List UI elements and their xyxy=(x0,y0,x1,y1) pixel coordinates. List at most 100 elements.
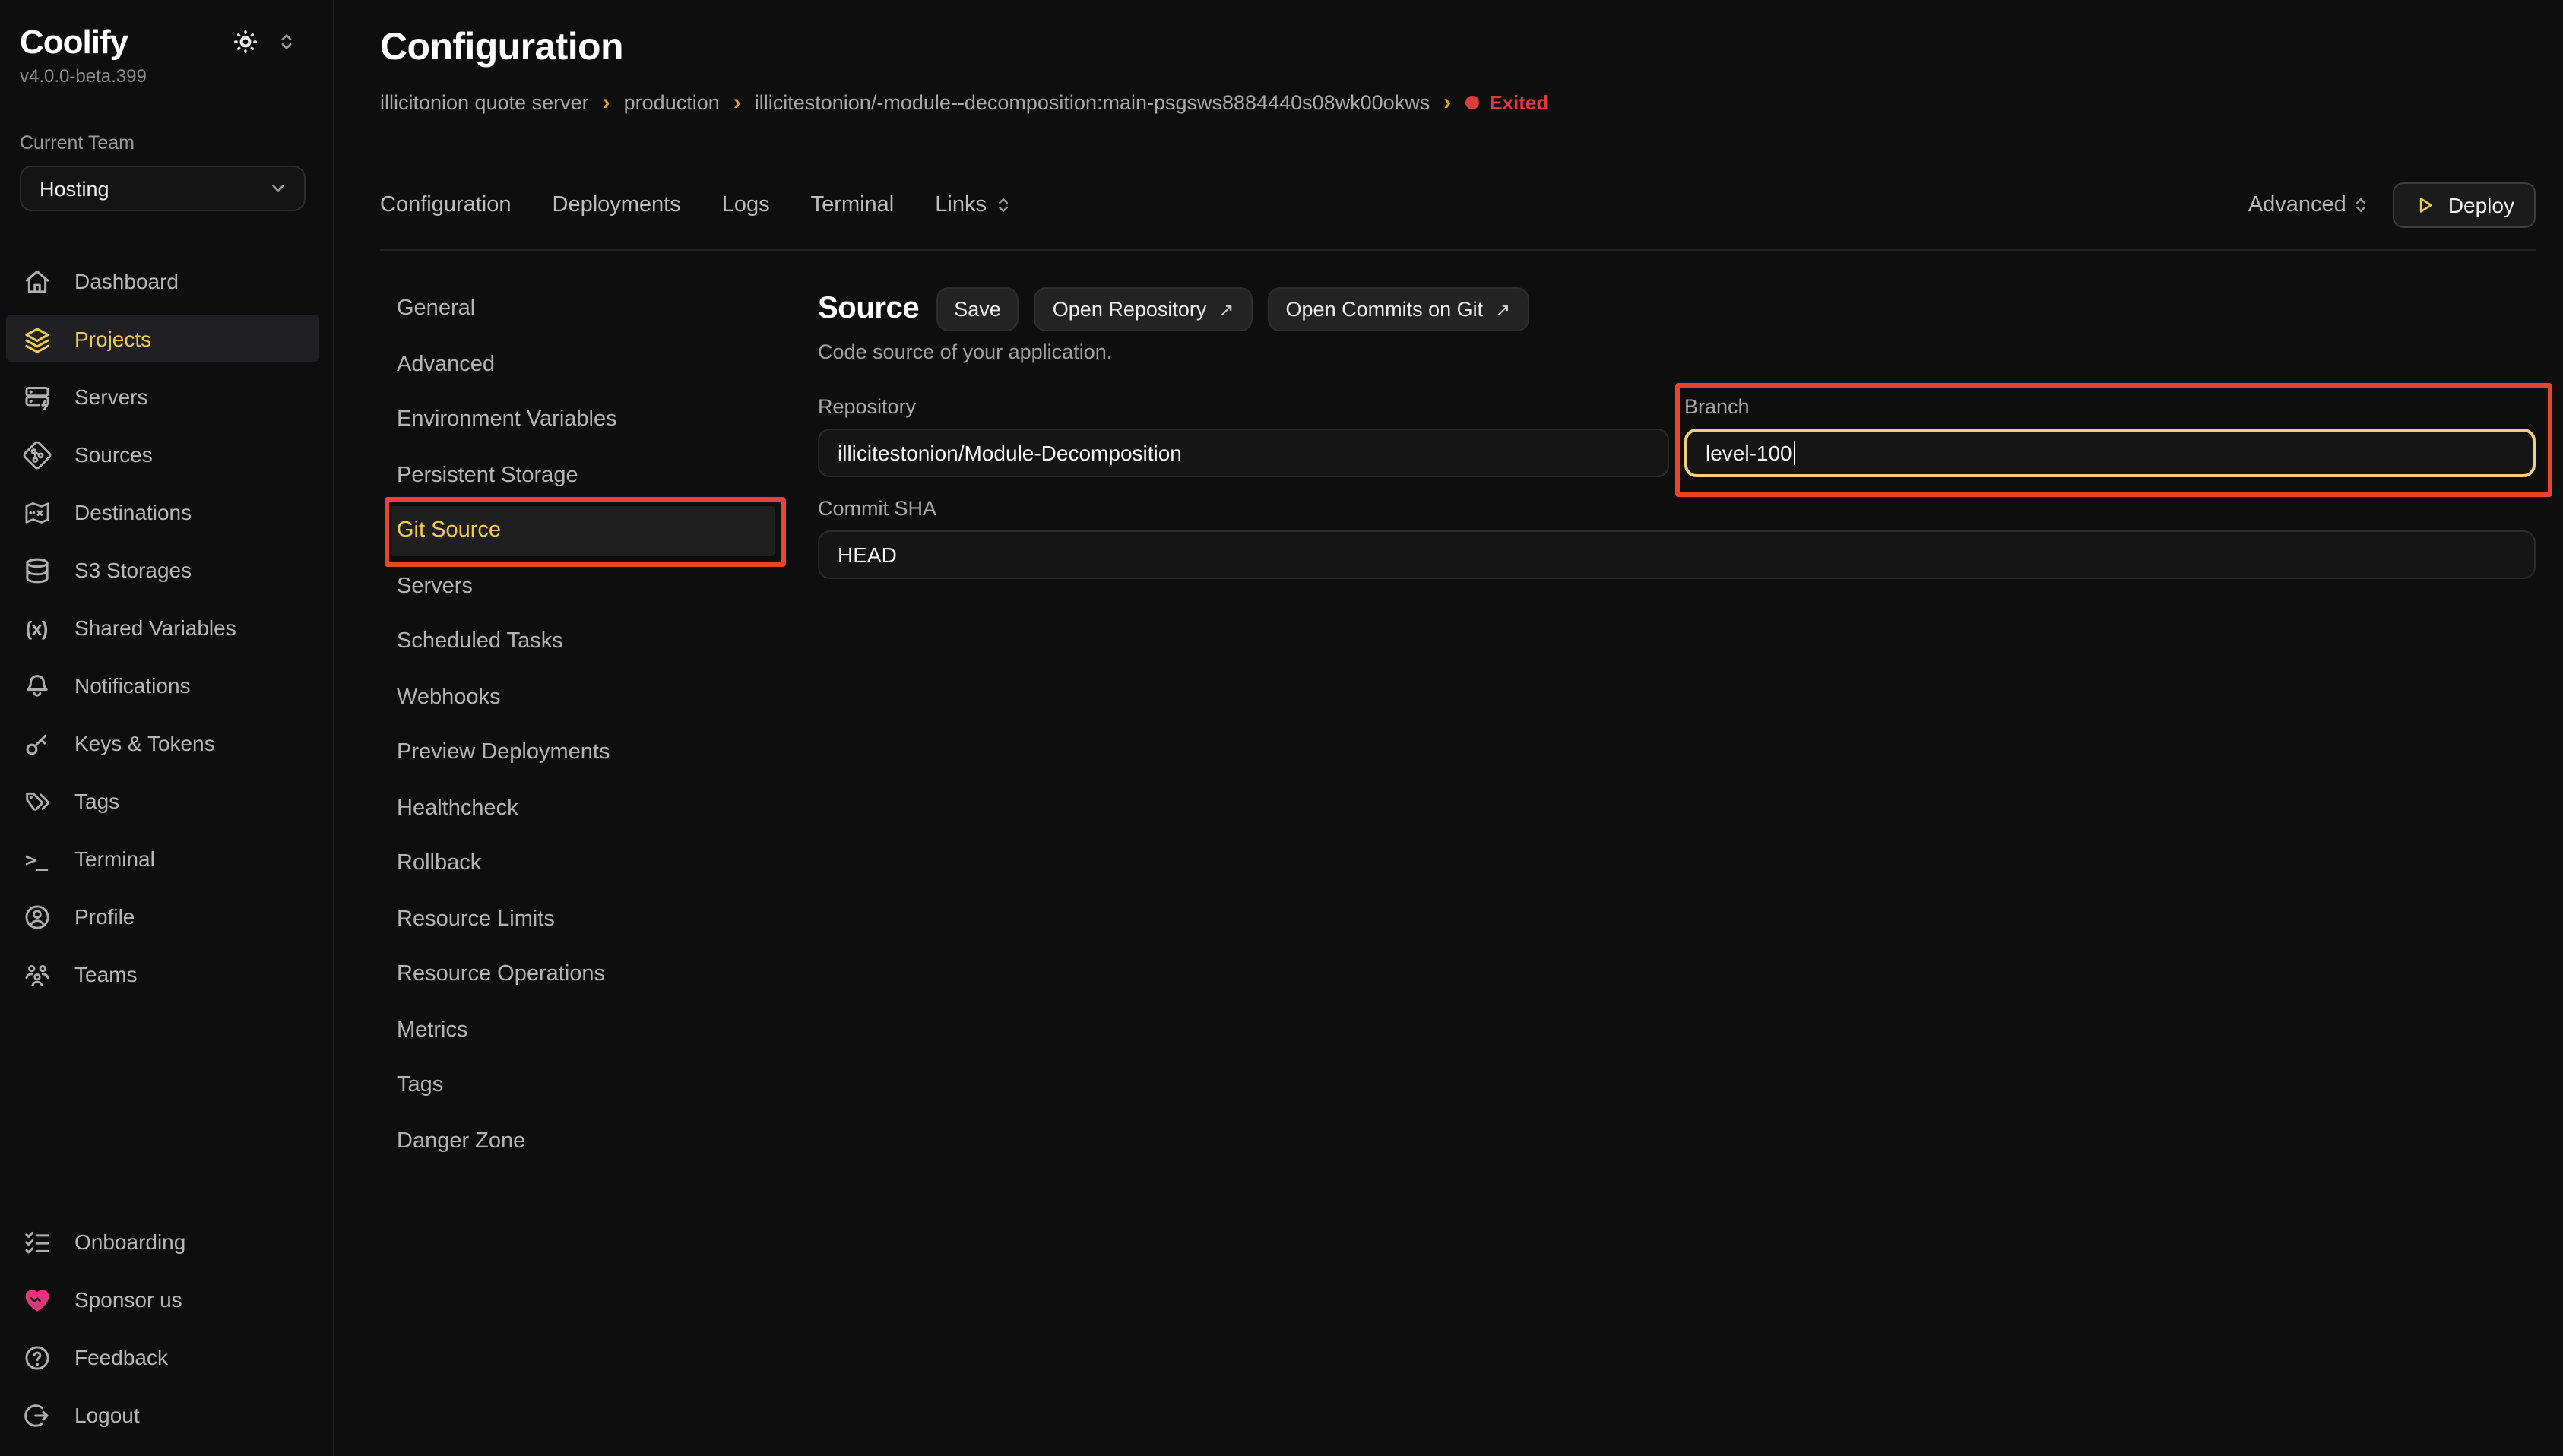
sidebar-item-keys-tokens[interactable]: Keys & Tokens xyxy=(0,714,333,772)
commit-sha-field: Commit SHA xyxy=(818,497,2536,579)
subnav-item-danger-zone[interactable]: Danger Zone xyxy=(380,1113,818,1169)
sidebar-header: Coolify xyxy=(0,24,333,61)
users-icon xyxy=(21,960,52,989)
chevron-down-icon xyxy=(268,178,289,199)
chevron-right-icon: › xyxy=(1443,93,1451,112)
current-team-label: Current Team xyxy=(0,132,333,154)
tab-links[interactable]: Links xyxy=(935,193,1012,217)
commit-sha-input[interactable] xyxy=(818,530,2536,579)
checklist-icon xyxy=(21,1227,52,1256)
variable-icon: (x) xyxy=(21,616,52,639)
branch-label: Branch xyxy=(1684,395,2536,418)
text-caret xyxy=(1794,441,1796,465)
sidebar-item-tags[interactable]: Tags xyxy=(0,772,333,830)
git-diamond-icon xyxy=(21,440,52,469)
bell-icon xyxy=(21,671,52,700)
subnav-item-healthcheck[interactable]: Healthcheck xyxy=(380,780,818,836)
breadcrumb-application[interactable]: illicitestonion/-module--decomposition:m… xyxy=(755,91,1430,114)
sidebar-item-destinations[interactable]: Destinations xyxy=(0,483,333,541)
sidebar-item-servers[interactable]: Servers xyxy=(0,368,333,426)
panel-title: Source xyxy=(818,292,919,327)
sun-icon[interactable] xyxy=(233,29,258,55)
panel-description: Code source of your application. xyxy=(818,340,2536,363)
subnav-item-preview-deployments[interactable]: Preview Deployments xyxy=(380,725,818,780)
subnav-item-environment-variables[interactable]: Environment Variables xyxy=(380,392,818,448)
subnav-item-persistent-storage[interactable]: Persistent Storage xyxy=(380,448,818,503)
sidebar-item-shared-variables[interactable]: (x) Shared Variables xyxy=(0,599,333,657)
selector-icon[interactable] xyxy=(277,30,296,53)
subnav-item-tags[interactable]: Tags xyxy=(380,1058,818,1113)
tab-terminal[interactable]: Terminal xyxy=(811,193,895,217)
chevron-right-icon: › xyxy=(603,93,610,112)
breadcrumb-environment[interactable]: production xyxy=(624,91,720,114)
sidebar-item-projects[interactable]: Projects xyxy=(0,310,333,368)
sidebar-item-s3-storages[interactable]: S3 Storages xyxy=(0,541,333,599)
team-select[interactable]: Hosting xyxy=(20,166,306,211)
logout-icon xyxy=(21,1401,52,1429)
tab-configuration[interactable]: Configuration xyxy=(380,193,512,217)
play-icon xyxy=(2415,195,2436,216)
branch-field: Branch level-100 xyxy=(1684,395,2536,477)
home-icon xyxy=(21,267,52,296)
status-badge: Exited xyxy=(1465,91,1548,114)
sidebar-item-notifications[interactable]: Notifications xyxy=(0,657,333,714)
subnav-item-general[interactable]: General xyxy=(380,281,818,337)
sidebar-item-sources[interactable]: Sources xyxy=(0,426,333,483)
breadcrumb-project[interactable]: illicitonion quote server xyxy=(380,91,589,114)
team-select-value: Hosting xyxy=(40,177,268,200)
layers-icon xyxy=(21,324,52,353)
sidebar-item-teams[interactable]: Teams xyxy=(0,945,333,1003)
save-button[interactable]: Save xyxy=(936,287,1019,331)
deploy-button[interactable]: Deploy xyxy=(2394,182,2536,228)
source-panel: Source Save Open Repository ↗ Open Commi… xyxy=(818,281,2536,1169)
repository-field: Repository xyxy=(818,395,1669,477)
sidebar-nav: Dashboard Projects Servers xyxy=(0,252,333,1003)
server-icon xyxy=(21,382,52,411)
tab-deployments[interactable]: Deployments xyxy=(553,193,681,217)
external-link-icon: ↗ xyxy=(1218,299,1234,320)
repository-input[interactable] xyxy=(818,429,1669,477)
sidebar-item-profile[interactable]: Profile xyxy=(0,888,333,945)
open-repository-button[interactable]: Open Repository ↗ xyxy=(1034,287,1253,331)
map-icon xyxy=(21,498,52,527)
subnav-item-resource-limits[interactable]: Resource Limits xyxy=(380,891,818,947)
sidebar-item-sponsor-us[interactable]: Sponsor us xyxy=(0,1271,333,1328)
user-circle-icon xyxy=(21,902,52,931)
main-content: Configuration illicitonion quote server … xyxy=(334,0,2563,1456)
sidebar-item-feedback[interactable]: Feedback xyxy=(0,1328,333,1386)
app-version: v4.0.0-beta.399 xyxy=(0,65,333,87)
subnav-item-git-source[interactable]: Git Source xyxy=(380,503,818,559)
subnav-item-advanced[interactable]: Advanced xyxy=(380,337,818,392)
advanced-dropdown[interactable]: Advanced xyxy=(2248,193,2371,217)
breadcrumb: illicitonion quote server › production ›… xyxy=(380,91,2536,114)
branch-input[interactable]: level-100 xyxy=(1684,429,2536,477)
tabs-divider xyxy=(380,249,2536,251)
tab-logs[interactable]: Logs xyxy=(722,193,770,217)
selector-icon xyxy=(2352,195,2371,216)
sidebar-item-dashboard[interactable]: Dashboard xyxy=(0,252,333,310)
repository-label: Repository xyxy=(818,395,1669,418)
subnav-item-scheduled-tasks[interactable]: Scheduled Tasks xyxy=(380,614,818,669)
tabs-row: Configuration Deployments Logs Terminal … xyxy=(380,182,2536,228)
selector-icon xyxy=(994,195,1012,216)
key-icon xyxy=(21,729,52,758)
chevron-right-icon: › xyxy=(733,93,741,112)
subnav-item-rollback[interactable]: Rollback xyxy=(380,836,818,891)
sidebar-item-logout[interactable]: Logout xyxy=(0,1386,333,1444)
status-dot-icon xyxy=(1465,96,1478,109)
sidebar: Coolify v4.0.0-beta.399 Current Team Hos… xyxy=(0,0,334,1456)
open-commits-button[interactable]: Open Commits on Git ↗ xyxy=(1268,287,1529,331)
sidebar-item-onboarding[interactable]: Onboarding xyxy=(0,1213,333,1271)
help-circle-icon xyxy=(21,1343,52,1372)
subnav-item-webhooks[interactable]: Webhooks xyxy=(380,669,818,725)
subnav-item-resource-operations[interactable]: Resource Operations xyxy=(380,947,818,1002)
sidebar-item-terminal[interactable]: >_ Terminal xyxy=(0,830,333,888)
subnav-item-servers[interactable]: Servers xyxy=(380,559,818,614)
tabs: Configuration Deployments Logs Terminal … xyxy=(380,193,1012,217)
subnav-item-metrics[interactable]: Metrics xyxy=(380,1002,818,1058)
app-root: Coolify v4.0.0-beta.399 Current Team Hos… xyxy=(0,0,2563,1456)
commit-sha-label: Commit SHA xyxy=(818,497,2536,520)
database-icon xyxy=(21,555,52,584)
status-text: Exited xyxy=(1489,91,1548,114)
external-link-icon: ↗ xyxy=(1495,299,1510,320)
